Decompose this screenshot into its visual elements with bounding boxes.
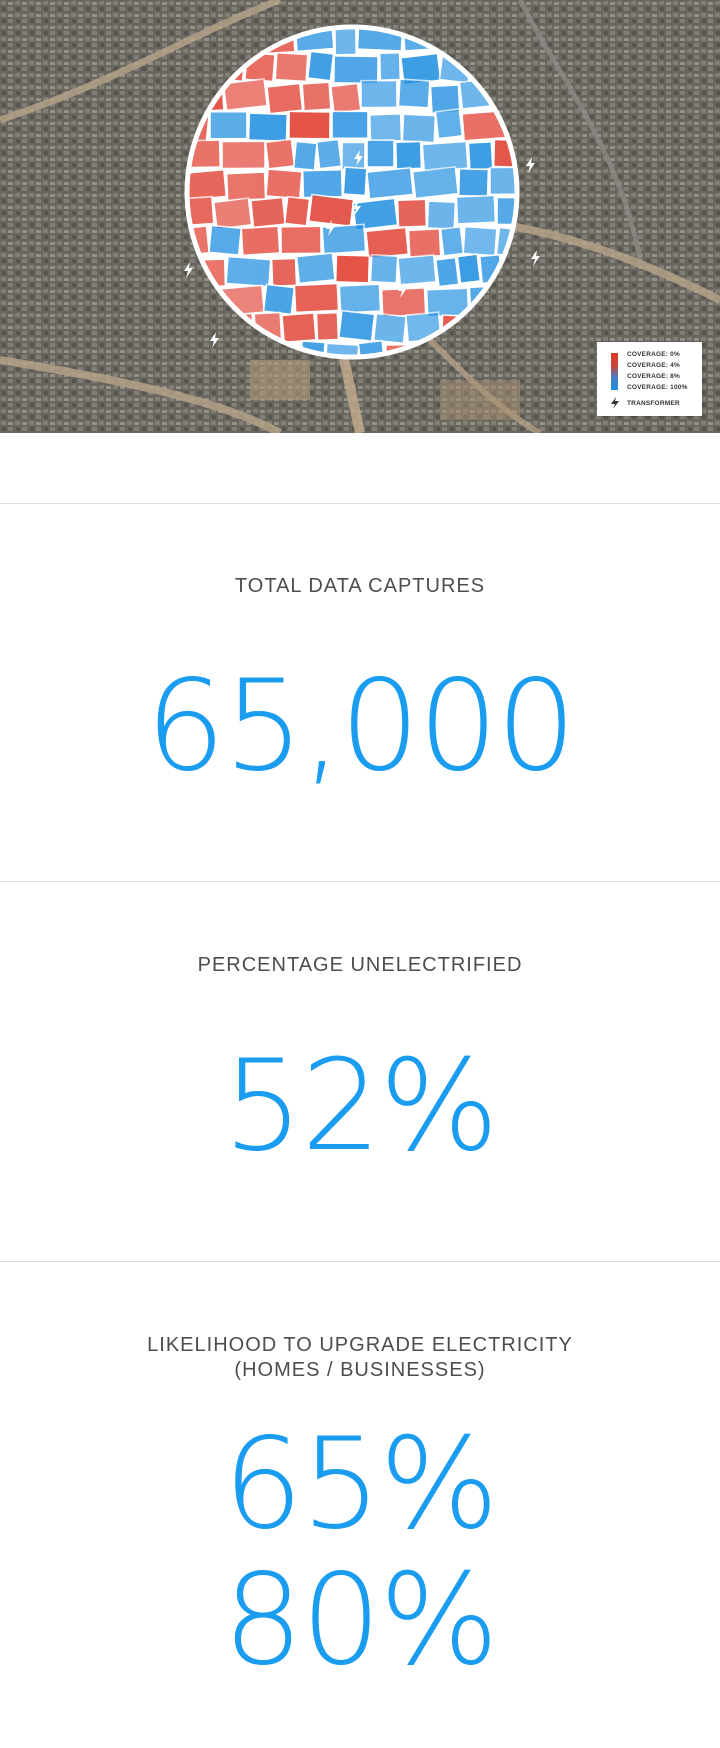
coverage-parcel <box>467 140 494 171</box>
coverage-parcel <box>401 113 437 144</box>
coverage-parcel <box>209 110 248 140</box>
coverage-parcel <box>264 138 296 170</box>
coverage-parcel <box>266 82 304 115</box>
coverage-parcel <box>270 257 298 288</box>
stat-label-upgrade-line2: (HOMES / BUSINESSES) <box>234 1359 486 1381</box>
coverage-parcel <box>292 140 318 172</box>
coverage-parcel <box>207 224 243 257</box>
legend-item-8: COVERAGE: 8% <box>627 373 680 380</box>
section-divider <box>0 503 720 504</box>
transformer-icon <box>611 397 619 409</box>
coverage-parcel <box>421 140 469 173</box>
coverage-parcel <box>225 171 267 202</box>
coverage-parcel <box>315 138 343 170</box>
coverage-parcel <box>334 254 371 284</box>
stat-value-upgrade-homes: 65% <box>222 1410 499 1557</box>
coverage-parcel <box>212 197 253 230</box>
coverage-parcel <box>455 194 497 225</box>
coverage-parcel <box>411 166 460 200</box>
coverage-parcel <box>426 200 457 231</box>
coverage-parcel <box>262 283 296 316</box>
coverage-parcel <box>293 282 340 314</box>
coverage-parcel <box>225 255 272 288</box>
coverage-parcel <box>281 312 317 344</box>
coverage-parcel <box>396 254 437 286</box>
legend-item-100: COVERAGE: 100% <box>627 384 688 391</box>
legend-item-0: COVERAGE: 0% <box>627 351 680 358</box>
coverage-gradient-swatch <box>611 353 618 390</box>
stat-label-upgrade-line1: LIKELIHOOD TO UPGRADE ELECTRICITY <box>147 1334 573 1356</box>
coverage-parcel <box>332 55 379 85</box>
stat-value-upgrade-businesses: 80% <box>222 1546 499 1693</box>
coverage-parcel <box>301 81 332 112</box>
coverage-parcel <box>301 168 344 199</box>
coverage-parcel <box>221 140 266 170</box>
coverage-parcel <box>337 309 376 342</box>
coverage-parcel <box>372 312 408 345</box>
coverage-parcel <box>280 225 322 255</box>
coverage-parcel <box>369 253 399 284</box>
coverage-parcel <box>365 226 410 259</box>
coverage-parcel <box>365 166 415 200</box>
section-divider <box>0 881 720 882</box>
coverage-parcel <box>378 51 402 82</box>
coverage-parcel <box>315 311 340 342</box>
coverage-parcel <box>439 225 465 257</box>
coverage-parcel <box>288 110 331 140</box>
coverage-parcel <box>397 78 431 109</box>
stat-label-unelectrified: PERCENTAGE UNELECTRIFIED <box>197 954 523 976</box>
coverage-parcel <box>368 113 403 143</box>
coverage-parcel <box>462 225 498 257</box>
coverage-parcel <box>274 51 309 83</box>
legend-transformer-label: TRANSFORMER <box>627 400 680 407</box>
coverage-parcel <box>396 198 428 228</box>
stat-label-total-captures: TOTAL DATA CAPTURES <box>234 575 486 597</box>
coverage-parcel <box>360 79 398 109</box>
stat-value-unelectrified: 52% <box>222 1032 499 1179</box>
legend-item-4: COVERAGE: 4% <box>627 362 680 369</box>
coverage-parcel <box>329 82 362 115</box>
map-legend: COVERAGE: 0% COVERAGE: 4% COVERAGE: 8% C… <box>597 342 702 416</box>
coverage-parcel <box>434 108 464 140</box>
coverage-parcel <box>341 141 366 171</box>
coverage-parcel <box>249 196 287 229</box>
coverage-parcel <box>283 195 311 227</box>
section-divider <box>0 1261 720 1262</box>
coverage-parcel <box>394 140 423 170</box>
coverage-parcel <box>456 253 482 285</box>
coverage-parcel <box>306 50 335 82</box>
stat-value-total-captures: 65,000 <box>145 652 577 799</box>
coverage-map-image: COVERAGE: 0% COVERAGE: 4% COVERAGE: 8% C… <box>0 0 720 433</box>
coverage-parcel <box>457 167 490 198</box>
coverage-parcel <box>331 110 369 140</box>
coverage-parcel <box>334 27 358 56</box>
coverage-parcel <box>240 225 281 257</box>
coverage-parcel <box>247 112 289 143</box>
coverage-parcel <box>342 166 368 197</box>
coverage-parcel <box>265 168 303 200</box>
coverage-parcel <box>366 139 395 168</box>
coverage-parcel <box>338 283 382 314</box>
coverage-parcel <box>295 252 336 285</box>
coverage-parcel <box>407 227 442 259</box>
coverage-parcel <box>434 256 460 288</box>
